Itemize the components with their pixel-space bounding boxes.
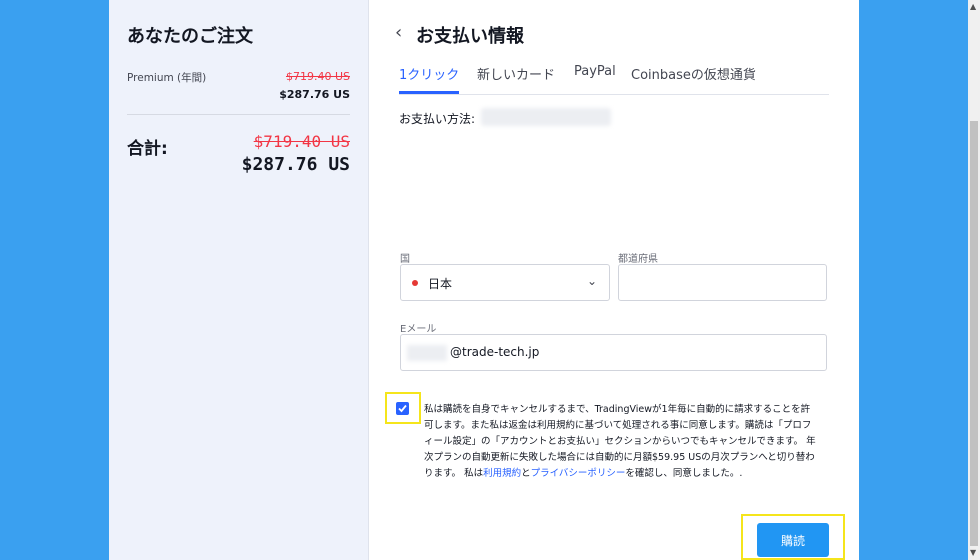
terms-text: 私は購読を自身でキャンセルするまで、TradingViewが1年毎に自動的に請求… [424,402,819,482]
prefecture-input[interactable] [618,264,827,301]
tab-coinbase[interactable]: Coinbaseの仮想通貨 [631,64,756,83]
consent-highlight [385,392,421,424]
consent-checkbox[interactable] [396,402,409,415]
scrollbar-thumb[interactable] [970,121,978,546]
total-price-new: $287.76 US [241,154,350,175]
summary-divider [127,114,350,115]
japan-flag-icon [412,280,418,286]
plan-price-old: $719.40 US [285,70,350,83]
email-field[interactable]: @trade-tech.jp [400,334,827,371]
terms-end: を確認し、同意しました。. [625,468,743,479]
total-label: 合計: [127,139,168,159]
payment-tabs: 1クリック 新しいカード PayPal Coinbaseの仮想通貨 [399,64,829,95]
payment-panel: ‹ お支払い情報 1クリック 新しいカード PayPal Coinbaseの仮想… [369,0,859,560]
email-redacted [407,345,447,361]
country-select[interactable]: 日本 ⌄ [400,264,610,301]
payment-title: お支払い情報 [416,26,524,47]
buy-highlight: 購読 [741,514,845,560]
tab-paypal[interactable]: PayPal [574,64,616,79]
checkout-modal: あなたのご注文 Premium (年間) $719.40 US $287.76 … [109,0,859,560]
country-value: 日本 [428,277,453,291]
active-tab-indicator [399,91,459,94]
total-price-old: $719.40 US [253,132,350,151]
payment-method-redacted [481,108,611,126]
plan-price-new: $287.76 US [279,88,350,101]
plan-name: Premium (年間) [127,72,207,84]
email-label: Eメール [400,324,437,335]
checkmark-icon [398,404,407,413]
chevron-left-icon[interactable]: ‹ [395,22,402,43]
terms-and: と [521,468,531,479]
scroll-up-icon[interactable]: ▲ [970,2,976,11]
payment-method-label: お支払い方法: [399,112,476,126]
privacy-policy-link[interactable]: プライバシーポリシー [531,468,626,479]
terms-of-use-link[interactable]: 利用規約 [483,468,521,479]
tab-one-click[interactable]: 1クリック [399,64,459,83]
order-title: あなたのご注文 [127,26,253,47]
country-label: 国 [400,254,410,265]
scroll-down-icon[interactable]: ▼ [970,548,976,557]
order-summary-panel: あなたのご注文 Premium (年間) $719.40 US $287.76 … [109,0,369,560]
email-value: @trade-tech.jp [450,345,540,359]
tab-new-card[interactable]: 新しいカード [477,64,555,83]
chevron-down-icon: ⌄ [586,274,597,288]
buy-button[interactable]: 購読 [757,523,829,557]
prefecture-label: 都道府県 [618,254,658,265]
